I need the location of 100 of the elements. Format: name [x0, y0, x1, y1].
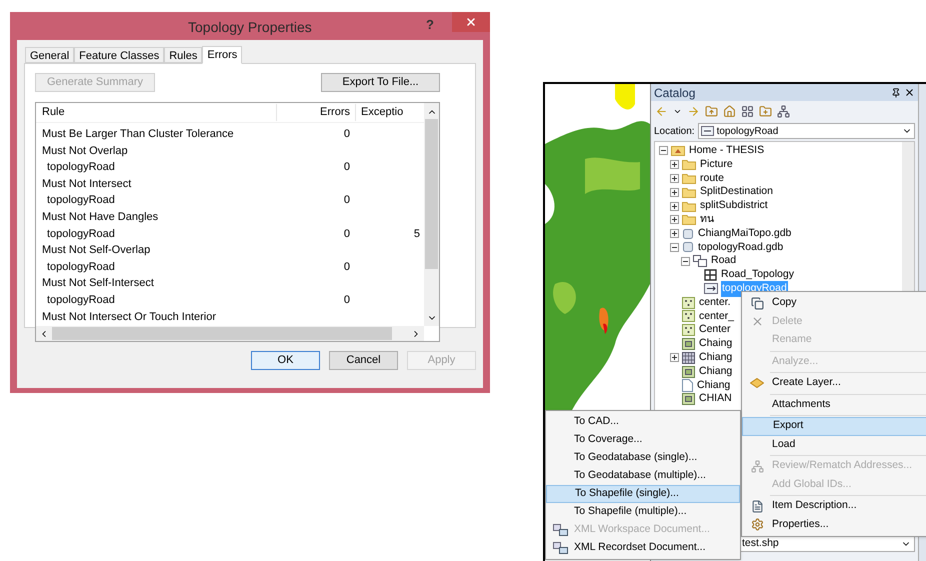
table-cell: Must Be Larger Than Cluster Tolerance	[42, 128, 234, 140]
review-icon	[750, 460, 764, 473]
menu-item[interactable]: Create Layer...	[742, 374, 926, 392]
menu-item[interactable]: To Geodatabase (single)...	[546, 449, 740, 467]
expand-toggle[interactable]	[670, 215, 679, 224]
tree-item[interactable]: route	[699, 170, 725, 186]
network-icon	[704, 283, 718, 294]
close-icon[interactable]	[904, 87, 915, 98]
menu-item[interactable]: Copy	[742, 294, 926, 312]
table-cell: 0	[344, 228, 350, 240]
expand-toggle[interactable]	[670, 202, 679, 211]
table-cell: Must Not Have Dangles	[42, 211, 158, 224]
expand-toggle[interactable]	[670, 188, 679, 197]
folder-icon	[682, 186, 696, 198]
properties-icon	[750, 518, 764, 532]
new-folder-icon[interactable]	[759, 104, 772, 118]
tree-item[interactable]: Chaing	[698, 336, 734, 352]
table-cell: Must Not Self-Intersect	[42, 277, 154, 290]
panel-title: Catalog	[654, 84, 696, 102]
tree-item[interactable]: Road	[710, 253, 738, 270]
menu-item[interactable]: To CAD...	[546, 413, 740, 431]
folder-icon	[682, 172, 696, 184]
column-header[interactable]: Rule	[36, 104, 277, 121]
table-cell: Must Not Intersect Or Touch Interior	[42, 310, 216, 323]
tab[interactable]: Feature Classes	[74, 47, 164, 63]
tree-item[interactable]: Center	[698, 322, 732, 338]
folder-icon	[682, 214, 696, 226]
table-cell: 0	[344, 128, 350, 140]
tree-item[interactable]: SplitDestination	[699, 184, 774, 200]
column-header[interactable]: Exceptio	[356, 104, 422, 121]
table-cell: 0	[344, 194, 350, 206]
expand-toggle[interactable]	[670, 229, 679, 238]
tree-item[interactable]: Picture	[699, 156, 734, 173]
export-button[interactable]: Export To File...	[321, 73, 440, 92]
network-icon	[700, 126, 714, 136]
menu-item[interactable]: To Coverage...	[546, 431, 740, 449]
polygon-layer-icon	[682, 366, 695, 378]
xml-document-icon	[552, 542, 568, 554]
window-title: Topology Properties	[188, 18, 312, 37]
diamond-icon	[750, 378, 764, 388]
table-cell: 0	[344, 260, 350, 273]
tab[interactable]: General	[25, 47, 74, 63]
table-cell: topologyRoad	[47, 161, 115, 174]
menu-item[interactable]: To Geodatabase (multiple)...	[546, 467, 740, 485]
grid-layer-icon	[682, 352, 695, 364]
dialog-button[interactable]: Cancel	[329, 351, 398, 370]
scrollbar-thumb[interactable]	[52, 327, 392, 340]
topology-icon	[704, 269, 717, 282]
tree-item[interactable]: center.	[698, 294, 732, 311]
location-field[interactable]: topologyRoad	[698, 123, 915, 139]
scrollbar-thumb[interactable]	[425, 119, 438, 269]
tab[interactable]: Rules	[164, 47, 202, 63]
table-cell: Must Not Intersect	[42, 178, 132, 190]
menu-item[interactable]: Item Description...	[742, 497, 926, 516]
location-label: Location:	[654, 124, 695, 138]
grid-view-icon[interactable]	[741, 104, 754, 118]
database-icon	[682, 241, 694, 254]
tree-item[interactable]: ChiangMaiTopo.gdb	[697, 226, 792, 242]
menu-item[interactable]: Load	[742, 436, 926, 454]
home-folder-icon	[671, 145, 685, 156]
table-cell: topologyRoad	[47, 294, 115, 306]
tree-view-icon[interactable]	[777, 104, 790, 118]
tree-item[interactable]: Chiang	[696, 378, 732, 394]
tab[interactable]: Errors	[202, 46, 242, 64]
dialog-button[interactable]: OK	[251, 351, 320, 370]
horizontal-scrollbar[interactable]	[36, 326, 424, 341]
tree-item[interactable]: CHIAN	[698, 391, 733, 408]
tree-item[interactable]: Chiang	[698, 364, 734, 380]
table-cell: topologyRoad	[47, 194, 115, 206]
polygon-layer-icon	[682, 338, 695, 350]
feature-dataset-icon	[693, 255, 707, 268]
column-header[interactable]: Errors	[277, 104, 356, 121]
collapse-toggle[interactable]	[670, 242, 679, 252]
vertical-scrollbar[interactable]	[424, 103, 439, 326]
expand-toggle[interactable]	[670, 174, 679, 183]
collapse-toggle[interactable]	[681, 256, 690, 266]
tree-item[interactable]: Road_Topology	[720, 267, 795, 283]
tree-item[interactable]: topologyRoad.gdb	[697, 240, 784, 256]
expand-toggle[interactable]	[670, 353, 679, 362]
menu-item[interactable]: To Shapefile (single)...	[546, 485, 740, 503]
tree-item[interactable]: Home - THESIS	[688, 143, 766, 159]
delete-icon	[750, 315, 764, 328]
tree-item[interactable]: center_	[698, 308, 736, 324]
home-icon[interactable]	[723, 104, 736, 118]
menu-item[interactable]: Export	[742, 417, 926, 436]
tree-item[interactable]: splitSubdistrict	[699, 198, 769, 214]
close-button[interactable]	[452, 12, 490, 32]
close-icon	[465, 16, 477, 28]
tree-item[interactable]: Chiang	[698, 350, 734, 366]
pin-icon[interactable]	[891, 88, 901, 98]
table-cell: topologyRoad	[47, 228, 115, 240]
expand-toggle[interactable]	[670, 160, 679, 170]
tree-item[interactable]: ทน	[699, 212, 715, 228]
menu-item[interactable]: Attachments	[742, 396, 926, 414]
folder-up-icon[interactable]	[705, 104, 718, 118]
menu-item[interactable]: Properties...	[742, 516, 926, 534]
menu-item[interactable]: To Shapefile (multiple)...	[546, 503, 740, 521]
collapse-toggle[interactable]	[659, 146, 668, 156]
table-cell: Must Not Overlap	[42, 144, 128, 157]
point-layer-icon	[682, 324, 695, 336]
